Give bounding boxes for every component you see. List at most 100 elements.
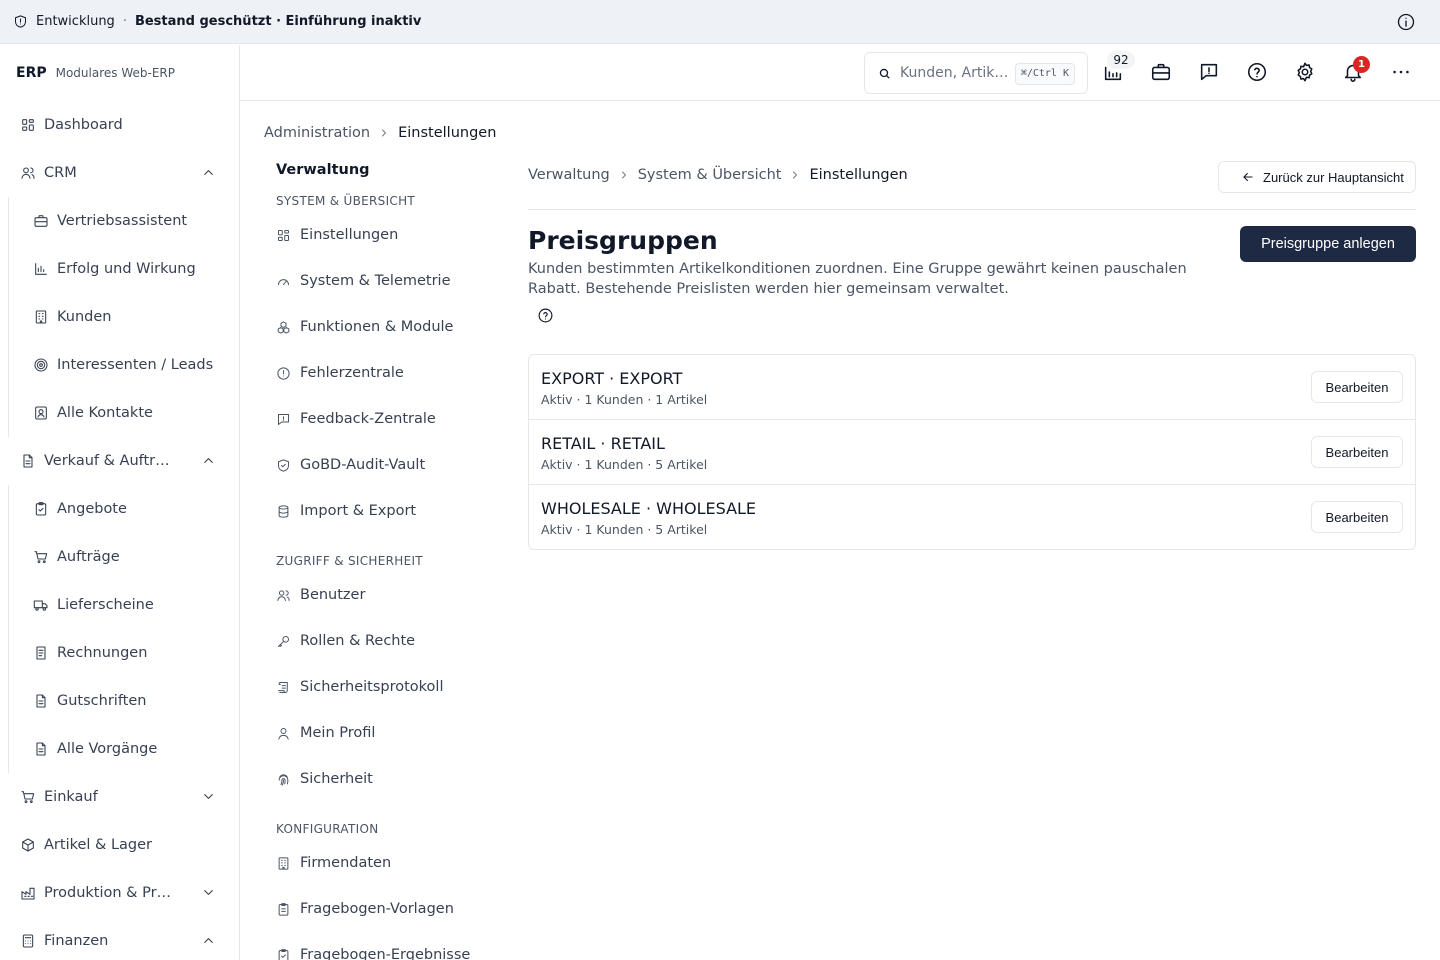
price-group-name: RETAIL · RETAIL [541, 434, 665, 453]
sidebar-item-gutschriften[interactable]: Gutschriften [0, 677, 239, 725]
sidebar-item-angebote[interactable]: Angebote [0, 485, 239, 533]
users-icon [20, 165, 36, 181]
user-icon [276, 726, 291, 741]
subnav-item-fragebogen-ergebnisse[interactable]: Fragebogen-Ergebnisse [276, 945, 470, 960]
key-icon [276, 634, 291, 649]
banner-separator: · [122, 14, 127, 29]
subnav-item-gobd[interactable]: GoBD-Audit-Vault [276, 455, 425, 475]
building-icon [33, 309, 49, 325]
subnav-item-label: Funktionen & Module [300, 319, 454, 335]
help-circle-icon[interactable] [537, 307, 555, 325]
sidebar-item-lieferscheine[interactable]: Lieferscheine [0, 581, 239, 629]
sidebar-item-vertriebsassistent[interactable]: Vertriebsassistent [0, 197, 239, 245]
brand-logo: ERP [16, 65, 47, 81]
subnav-item-sicherheit[interactable]: Sicherheit [276, 769, 373, 789]
subnav-section-system: SYSTEM & ÜBERSICHT [276, 194, 416, 208]
breadcrumb-item-administration[interactable]: Administration [264, 125, 370, 141]
more-button[interactable] [1390, 61, 1414, 85]
subnav-item-einstellungen[interactable]: Einstellungen [276, 225, 398, 245]
help-button[interactable] [1246, 61, 1270, 85]
document-icon [20, 453, 36, 469]
subnav-item-feedback[interactable]: Feedback-Zentrale [276, 409, 436, 429]
subnav-item-label: Einstellungen [300, 227, 399, 243]
chevron-right-icon [789, 169, 801, 181]
sidebar-group-finanzen[interactable]: Finanzen [0, 917, 239, 960]
crm-children: Vertriebsassistent Erfolg und Wirkung Ku… [0, 197, 239, 437]
subnav-item-import-export[interactable]: Import & Export [276, 501, 416, 521]
sidebar-item-label: Angebote [57, 501, 127, 517]
sidebar-item-artikel-lager[interactable]: Artikel & Lager [0, 821, 239, 869]
back-button-label: Zurück zur Hauptansicht [1263, 169, 1404, 185]
back-to-main-button[interactable]: Zurück zur Hauptansicht [1218, 161, 1416, 193]
search-input[interactable]: Kunden, Artik… [900, 65, 1008, 81]
brand[interactable]: ERP Modulares Web-ERP [0, 45, 239, 101]
breadcrumb-item-system[interactable]: System & Übersicht [638, 167, 782, 183]
fingerprint-icon [276, 772, 291, 787]
content-breadcrumb: Verwaltung System & Übersicht Einstellun… [528, 167, 908, 183]
chevron-up-icon[interactable] [201, 165, 216, 180]
price-group-name: WHOLESALE · WHOLESALE [541, 499, 757, 518]
sidebar-item-leads[interactable]: Interessenten / Leads [0, 341, 239, 389]
subnav-item-label: Feedback-Zentrale [300, 411, 436, 427]
sidebar-item-kontakte[interactable]: Alle Kontakte [0, 389, 239, 437]
sidebar-group-sales[interactable]: Verkauf & Auftr… [0, 437, 239, 485]
sidebar-item-label: Lieferscheine [57, 597, 154, 613]
sidebar-item-kunden[interactable]: Kunden [0, 293, 239, 341]
bar-chart-icon [33, 261, 49, 277]
subnav-item-rollen[interactable]: Rollen & Rechte [276, 631, 415, 651]
package-icon [20, 837, 36, 853]
header-bar: Kunden, Artik… ⌘/Ctrl K 92 1 [240, 45, 1440, 101]
help-circle-icon [1246, 61, 1270, 83]
edit-button[interactable]: Bearbeiten [1311, 436, 1403, 468]
subnav-item-profil[interactable]: Mein Profil [276, 723, 375, 743]
subnav-item-protokoll[interactable]: Sicherheitsprotokoll [276, 677, 444, 697]
brand-subtitle: Modulares Web-ERP [55, 66, 175, 80]
global-search[interactable]: Kunden, Artik… ⌘/Ctrl K [864, 52, 1088, 94]
briefcase-icon [33, 213, 49, 229]
feedback-button[interactable] [1198, 61, 1222, 85]
settings-button[interactable] [1294, 61, 1318, 85]
sidebar-group-produktion[interactable]: Produktion & Pr… [0, 869, 239, 917]
sidebar-item-label: Alle Kontakte [57, 405, 153, 421]
subnav-item-label: GoBD-Audit-Vault [300, 457, 426, 473]
sidebar-item-dashboard[interactable]: Dashboard [0, 101, 239, 149]
message-alert-icon [1198, 61, 1222, 83]
chevron-up-icon[interactable] [201, 933, 216, 948]
edit-button[interactable]: Bearbeiten [1311, 371, 1403, 403]
subnav-item-telemetrie[interactable]: System & Telemetrie [276, 271, 451, 291]
edit-button[interactable]: Bearbeiten [1311, 501, 1403, 533]
subnav-item-module[interactable]: Funktionen & Module [276, 317, 453, 337]
sidebar-item-label: Rechnungen [57, 645, 148, 661]
alert-circle-icon [276, 366, 291, 381]
subnav-item-benutzer[interactable]: Benutzer [276, 585, 365, 605]
briefcase-button[interactable] [1150, 61, 1174, 85]
building-icon [276, 856, 291, 871]
sidebar-item-erfolg[interactable]: Erfolg und Wirkung [0, 245, 239, 293]
subnav-item-label: Sicherheitsprotokoll [300, 679, 444, 695]
subnav-item-label: Fragebogen-Ergebnisse [300, 947, 471, 960]
sidebar-item-rechnungen[interactable]: Rechnungen [0, 629, 239, 677]
create-price-group-button[interactable]: Preisgruppe anlegen [1240, 226, 1416, 262]
subnav-section-access: ZUGRIFF & SICHERHEIT [276, 554, 423, 568]
subnav-item-label: Firmendaten [300, 855, 392, 871]
sidebar-item-vorgaenge[interactable]: Alle Vorgänge [0, 725, 239, 773]
subnav-item-label: Sicherheit [300, 771, 373, 787]
subnav-item-label: Fehlerzentrale [300, 365, 404, 381]
sidebar-group-crm[interactable]: CRM [0, 149, 239, 197]
subnav-item-firmendaten[interactable]: Firmendaten [276, 853, 391, 873]
page-description: Kunden bestimmten Artikelkonditionen zuo… [528, 261, 1187, 297]
contact-icon [33, 405, 49, 421]
chevron-down-icon[interactable] [201, 789, 216, 804]
chevron-up-icon[interactable] [201, 453, 216, 468]
subnav-item-fehlerzentrale[interactable]: Fehlerzentrale [276, 363, 404, 383]
shield-alert-icon [13, 14, 28, 29]
info-icon[interactable] [1396, 12, 1416, 32]
sidebar-item-auftraege[interactable]: Aufträge [0, 533, 239, 581]
subnav-section-config: KONFIGURATION [276, 822, 379, 836]
sidebar: ERP Modulares Web-ERP Dashboard CRM Vert… [0, 45, 240, 960]
subnav-item-fragebogen-vorlagen[interactable]: Fragebogen-Vorlagen [276, 899, 454, 919]
sidebar-group-einkauf[interactable]: Einkauf [0, 773, 239, 821]
chevron-down-icon[interactable] [201, 885, 216, 900]
truck-icon [33, 597, 49, 613]
breadcrumb-item-verwaltung[interactable]: Verwaltung [528, 167, 610, 183]
